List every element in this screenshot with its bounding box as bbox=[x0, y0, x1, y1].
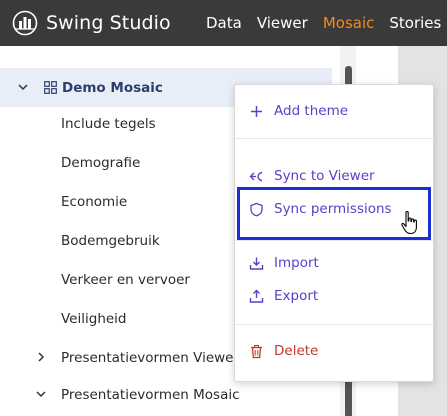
menu-item-delete[interactable]: Delete bbox=[235, 336, 433, 366]
main-nav: Data Viewer Mosaic Stories bbox=[206, 0, 447, 46]
top-bar: Swing Studio Data Viewer Mosaic Stories bbox=[0, 0, 447, 46]
tree-item-label: Demo Mosaic bbox=[62, 79, 163, 96]
trash-icon bbox=[251, 344, 262, 358]
tree-item-label: Veiligheid bbox=[61, 310, 127, 327]
import-icon bbox=[249, 257, 264, 270]
app-name: Swing Studio bbox=[46, 12, 171, 34]
hand-cursor-icon bbox=[401, 210, 417, 235]
chevron-down-icon[interactable] bbox=[17, 81, 29, 93]
menu-divider bbox=[235, 138, 433, 139]
tree-item-label: Include tegels bbox=[61, 115, 156, 132]
menu-item-import[interactable]: Import bbox=[235, 248, 433, 278]
export-icon bbox=[249, 289, 264, 303]
menu-item-label: Delete bbox=[274, 343, 319, 359]
menu-divider bbox=[235, 240, 433, 241]
chevron-right-icon[interactable] bbox=[35, 351, 47, 363]
sync-arrow-icon bbox=[249, 171, 263, 181]
menu-item-label: Import bbox=[274, 255, 319, 271]
tree-item-label: Presentatievormen Viewer bbox=[61, 349, 240, 366]
menu-item-sync-to-viewer[interactable]: Sync to Viewer bbox=[235, 161, 433, 191]
brand[interactable]: Swing Studio bbox=[12, 0, 171, 46]
menu-item-label: Sync to Viewer bbox=[274, 168, 375, 184]
menu-item-export[interactable]: Export bbox=[235, 281, 433, 311]
mosaic-grid-icon bbox=[44, 81, 57, 94]
menu-item-label: Sync permissions bbox=[274, 201, 392, 217]
nav-viewer[interactable]: Viewer bbox=[257, 14, 308, 32]
tree-item-label: Presentatievormen Mosaic bbox=[61, 386, 240, 403]
nav-stories[interactable]: Stories bbox=[389, 14, 441, 32]
menu-divider bbox=[235, 324, 433, 325]
nav-mosaic[interactable]: Mosaic bbox=[323, 14, 375, 32]
tree-item-label: Demografie bbox=[61, 154, 141, 171]
tree-item-label: Verkeer en vervoer bbox=[61, 271, 190, 288]
globe-grid-icon bbox=[12, 10, 38, 36]
menu-item-add-theme[interactable]: Add theme bbox=[235, 96, 433, 126]
menu-item-label: Export bbox=[274, 288, 319, 304]
chevron-down-icon[interactable] bbox=[35, 388, 47, 400]
nav-data[interactable]: Data bbox=[206, 14, 242, 32]
plus-icon bbox=[251, 105, 262, 117]
tree-item-label: Bodemgebruik bbox=[61, 232, 160, 249]
tree-item-label: Economie bbox=[61, 193, 128, 210]
menu-item-label: Add theme bbox=[274, 103, 349, 119]
shield-icon bbox=[250, 202, 263, 216]
